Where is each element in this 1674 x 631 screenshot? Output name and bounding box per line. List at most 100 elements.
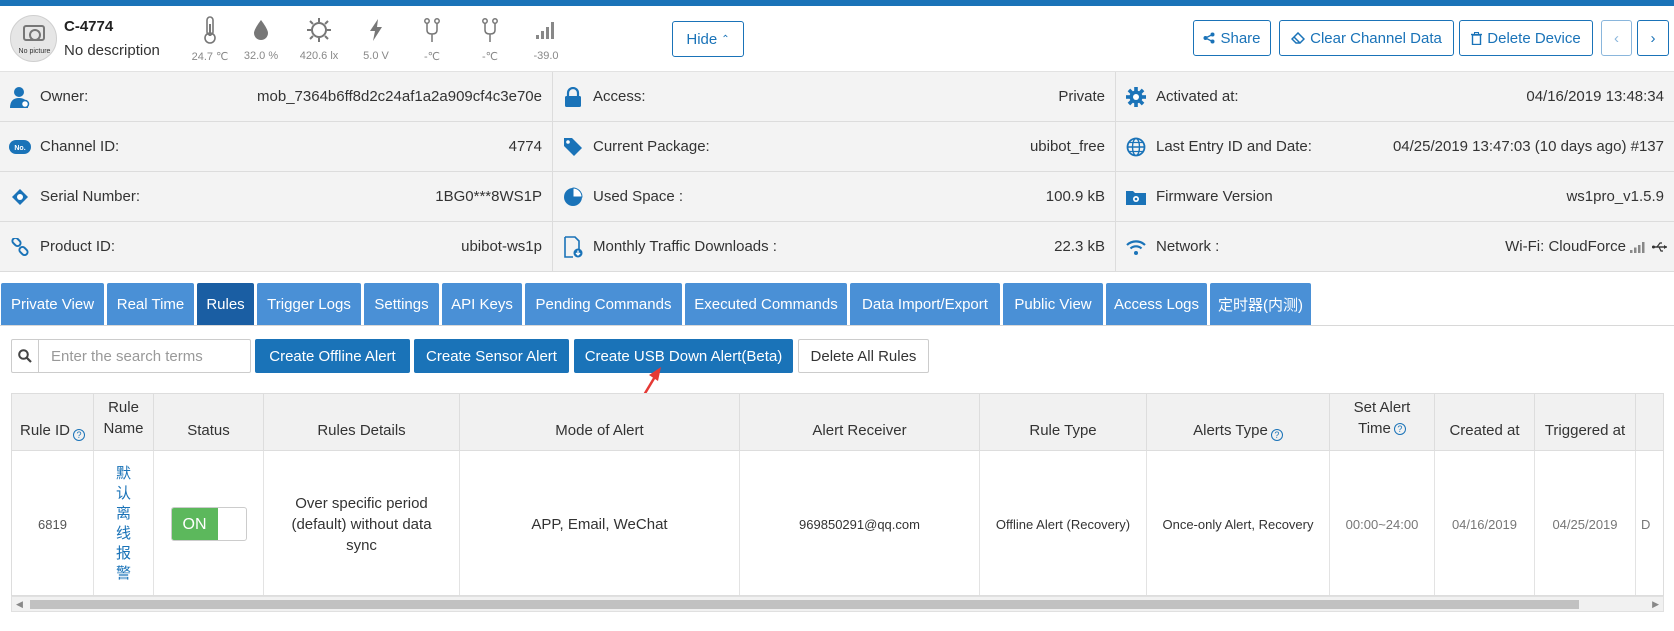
tab-private-view[interactable]: Private View — [1, 283, 104, 325]
tab-rules[interactable]: Rules — [197, 283, 254, 325]
device-description: No description — [64, 42, 160, 59]
link-icon — [0, 237, 40, 256]
info-value: mob_7364b6ff8d2c24af1a2a909cf4c3e70e — [257, 88, 542, 105]
info-label: Owner: — [40, 88, 89, 105]
sensor-value: -39.0 — [533, 50, 559, 62]
chevron-right-icon: › — [1650, 29, 1656, 47]
help-icon[interactable]: ? — [1393, 422, 1406, 435]
create-sensor-alert-button[interactable]: Create Sensor Alert — [414, 339, 569, 373]
tab-pending-commands[interactable]: Pending Commands — [525, 283, 682, 325]
create-offline-alert-button[interactable]: Create Offline Alert — [255, 339, 410, 373]
info-label: Monthly Traffic Downloads : — [593, 238, 777, 255]
delete-device-label: Delete Device — [1487, 29, 1581, 47]
network-value: Wi-Fi: CloudForce — [1505, 238, 1626, 255]
info-value: 100.9 kB — [1045, 188, 1105, 205]
info-label: Firmware Version — [1156, 188, 1273, 205]
search-input[interactable] — [39, 340, 250, 372]
chevron-up-icon: ⌃ — [721, 33, 730, 45]
tab-real-time[interactable]: Real Time — [107, 283, 194, 325]
delete-device-button[interactable]: Delete Device — [1459, 20, 1593, 56]
column-header-mode-of-alert[interactable]: Mode of Alert — [460, 394, 740, 451]
column-header-alert-receiver[interactable]: Alert Receiver — [740, 394, 980, 451]
device-name: C-4774 — [64, 18, 114, 35]
scroll-right-arrow-icon[interactable]: ▶ — [1652, 599, 1659, 610]
status-toggle[interactable]: ON — [170, 507, 247, 541]
cell-triggered-at: 04/25/2019 — [1535, 451, 1636, 595]
column-header-rule-type[interactable]: Rule Type — [980, 394, 1147, 451]
column-header-status[interactable]: Status — [154, 394, 264, 451]
header-label: Alerts Type — [1193, 422, 1268, 439]
delete-all-rules-button[interactable]: Delete All Rules — [798, 339, 929, 373]
info-value: 04/25/2019 13:47:03 (10 days ago) #137 — [1392, 138, 1664, 155]
tab-public-view[interactable]: Public View — [1003, 283, 1103, 325]
tab-api-keys[interactable]: API Keys — [442, 283, 522, 325]
info-monthly-traffic: Monthly Traffic Downloads : 22.3 kB — [553, 222, 1115, 272]
column-header-rule-name[interactable]: Rule Name — [94, 394, 154, 451]
rules-table: Rule ID? Rule Name Status Rules Details … — [11, 393, 1664, 596]
tab-data-import-export[interactable]: Data Import/Export — [850, 283, 1000, 325]
info-firmware-version: Firmware Version ws1pro_v1.5.9 — [1116, 172, 1674, 222]
cell-status: ON — [154, 451, 264, 595]
column-header-created-at[interactable]: Created at — [1435, 394, 1535, 451]
svg-text:No.: No. — [14, 145, 25, 152]
scroll-left-arrow-icon[interactable]: ◀ — [16, 599, 23, 610]
signal-bars-icon — [516, 14, 576, 46]
column-header-rules-details[interactable]: Rules Details — [264, 394, 460, 451]
rule-name-link[interactable]: 默认离线报警 — [115, 464, 133, 584]
horizontal-scrollbar[interactable]: ◀ ▶ — [11, 596, 1664, 612]
column-header-rule-id[interactable]: Rule ID? — [12, 394, 94, 451]
cell-set-alert-time: 00:00~24:00 — [1330, 451, 1435, 595]
column-header-set-alert-time[interactable]: Set Alert Time? — [1330, 394, 1435, 451]
info-label: Network : — [1156, 238, 1220, 255]
sensor-value: -℃ — [481, 51, 499, 63]
previous-device-button[interactable]: ‹ — [1601, 20, 1632, 56]
hide-label: Hide — [686, 30, 718, 48]
sensor-value: 420.6 lx — [299, 50, 339, 62]
info-label: Serial Number: — [40, 188, 141, 205]
info-label: Current Package: — [593, 138, 710, 155]
create-usb-down-alert-button[interactable]: Create USB Down Alert(Beta) — [574, 339, 793, 373]
cell-overflow: D — [1641, 516, 1651, 532]
tab-executed-commands[interactable]: Executed Commands — [685, 283, 847, 325]
column-header-triggered-at[interactable]: Triggered at — [1535, 394, 1636, 451]
share-button[interactable]: Share — [1193, 20, 1271, 56]
channel-number-icon: No. — [0, 139, 40, 154]
device-avatar[interactable]: No picture — [10, 15, 57, 62]
header-label: Rule — [108, 398, 139, 416]
clear-channel-data-button[interactable]: Clear Channel Data — [1279, 20, 1454, 56]
globe-icon — [1116, 137, 1156, 157]
info-channel-id: No. Channel ID: 4774 — [0, 122, 552, 172]
info-access: Access: Private — [553, 72, 1115, 122]
help-icon[interactable]: ? — [73, 429, 86, 441]
header-label: Time — [1358, 419, 1391, 437]
info-label: Last Entry ID and Date: — [1156, 138, 1312, 155]
info-label: Used Space : — [593, 188, 684, 205]
share-label: Share — [1220, 29, 1261, 47]
next-device-button[interactable]: › — [1637, 20, 1669, 56]
cell-rule-name: 默认离线报警 — [94, 451, 154, 595]
header-label: Rule ID — [19, 422, 71, 439]
column-divider — [1115, 72, 1116, 272]
header-label: Set Alert — [1353, 398, 1411, 416]
info-activated-at: Activated at: 04/16/2019 13:48:34 — [1116, 72, 1674, 122]
cell-rule-type: Offline Alert (Recovery) — [980, 451, 1147, 595]
column-header-overflow — [1636, 394, 1663, 451]
pie-chart-icon — [553, 186, 593, 207]
tab-settings[interactable]: Settings — [364, 283, 439, 325]
header-label: Name — [103, 419, 144, 437]
scrollbar-thumb[interactable] — [30, 600, 1579, 609]
tab-timer[interactable]: 定时器(内测) — [1210, 283, 1311, 325]
avatar-placeholder-text: No picture — [18, 48, 51, 55]
sensor-value: -℃ — [423, 51, 441, 63]
info-value: 1BG0***8WS1P — [435, 188, 542, 205]
help-icon[interactable]: ? — [1270, 429, 1283, 441]
tab-trigger-logs[interactable]: Trigger Logs — [257, 283, 361, 325]
probe-icon — [402, 14, 462, 46]
column-divider — [552, 72, 553, 272]
tab-access-logs[interactable]: Access Logs — [1106, 283, 1207, 325]
column-header-alerts-type[interactable]: Alerts Type? — [1147, 394, 1330, 451]
hide-button[interactable]: Hide ⌃ — [672, 21, 744, 57]
sensor-value: 32.0 % — [243, 50, 279, 62]
firmware-chip-icon — [1116, 189, 1156, 205]
search-icon[interactable] — [12, 340, 39, 372]
